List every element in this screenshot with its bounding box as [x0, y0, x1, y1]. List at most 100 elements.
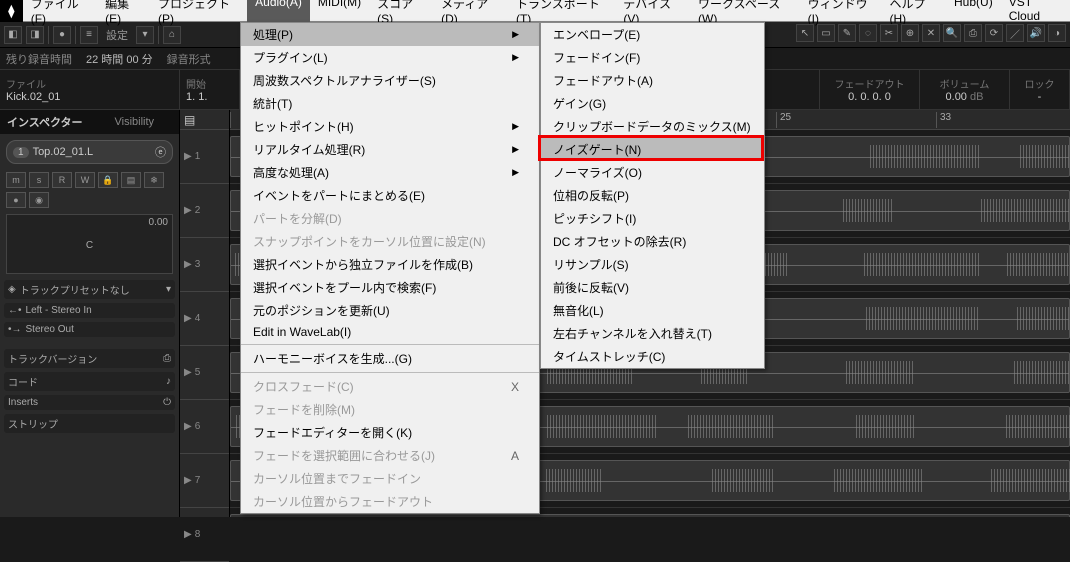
output-icon: •→: [8, 324, 22, 335]
track-preset-row[interactable]: ◈ トラックプリセットなし ▾: [4, 280, 175, 299]
mute-tool-icon[interactable]: ✕: [922, 24, 940, 42]
read-button[interactable]: R: [52, 172, 72, 188]
play-tool-icon[interactable]: 🔊: [1027, 24, 1045, 42]
track-name-field[interactable]: 1 Top.02_01.L ⓔ: [6, 140, 173, 164]
menu-item[interactable]: ゲイン(G): [541, 92, 764, 115]
menu-item[interactable]: フェードイン(F): [541, 46, 764, 69]
output-routing-row[interactable]: •→ Stereo Out: [4, 322, 175, 337]
menu-item-label: クロスフェード(C): [253, 378, 354, 395]
menu-item-label: フェードを選択範囲に合わせる(J): [253, 447, 435, 464]
menu-item[interactable]: ノイズゲート(N): [541, 138, 764, 161]
lane-icon[interactable]: ▤: [121, 172, 141, 188]
input-label: Left - Stereo In: [26, 305, 92, 316]
erase-tool-icon[interactable]: ◌: [859, 24, 877, 42]
chevron-right-icon[interactable]: ▶: [184, 151, 192, 162]
menu-item-label: パートを分解(D): [253, 210, 342, 227]
menu-item[interactable]: ヒットポイント(H)▶: [241, 115, 539, 138]
warp-tool-icon[interactable]: ⟳: [985, 24, 1003, 42]
section-strip[interactable]: ストリップ: [4, 414, 175, 433]
track-number-label: 7: [195, 475, 201, 486]
section-trackversion[interactable]: トラックバージョン⎙: [4, 349, 175, 368]
menu-item[interactable]: 処理(P)▶: [241, 23, 539, 46]
lock-value[interactable]: -: [1016, 91, 1063, 103]
menu-item[interactable]: 無音化(L): [541, 299, 764, 322]
menu-item[interactable]: ノーマライズ(O): [541, 161, 764, 184]
glue-tool-icon[interactable]: ⊕: [901, 24, 919, 42]
input-routing-row[interactable]: ←• Left - Stereo In: [4, 303, 175, 318]
arrow-tool-icon[interactable]: ↖: [796, 24, 814, 42]
menu-item[interactable]: 統計(T): [241, 92, 539, 115]
scissors-tool-icon[interactable]: ✂: [880, 24, 898, 42]
toggle-right-icon[interactable]: ◨: [26, 26, 44, 44]
menu-item[interactable]: Edit in WaveLab(I): [241, 322, 539, 342]
track-e-icon[interactable]: ⓔ: [155, 144, 166, 160]
menu-item[interactable]: リサンプル(S): [541, 253, 764, 276]
menu-item[interactable]: タイムストレッチ(C): [541, 345, 764, 368]
track-header[interactable]: ▶2: [180, 184, 229, 238]
menu-item[interactable]: 位相の反転(P): [541, 184, 764, 207]
lock-icon[interactable]: 🔒: [98, 172, 118, 188]
comp-tool-icon[interactable]: ⎙: [964, 24, 982, 42]
menu-item[interactable]: 前後に反転(V): [541, 276, 764, 299]
menu-item[interactable]: ハーモニーボイスを生成...(G): [241, 347, 539, 370]
add-track-icon[interactable]: ▤: [184, 113, 195, 127]
track-header[interactable]: ▶7: [180, 454, 229, 508]
section-inserts[interactable]: Inserts⏻: [4, 395, 175, 410]
menu-item[interactable]: プラグイン(L)▶: [241, 46, 539, 69]
volume-pan-area[interactable]: 0.00 C: [6, 214, 173, 274]
chevron-right-icon[interactable]: ▶: [184, 259, 192, 270]
menu-item[interactable]: イベントをパートにまとめる(E): [241, 184, 539, 207]
menu-item[interactable]: DC オフセットの除去(R): [541, 230, 764, 253]
record-icon[interactable]: ●: [6, 192, 26, 208]
chevron-right-icon[interactable]: ▶: [184, 421, 192, 432]
color-tool-icon[interactable]: ◑: [1048, 24, 1066, 42]
track-header[interactable]: ▶4: [180, 292, 229, 346]
menu-item[interactable]: ピッチシフト(I): [541, 207, 764, 230]
chevron-right-icon[interactable]: ▶: [184, 475, 192, 486]
solo-button[interactable]: s: [29, 172, 49, 188]
line-tool-icon[interactable]: ／: [1006, 24, 1024, 42]
menu-item[interactable]: 選択イベントから独立ファイルを作成(B): [241, 253, 539, 276]
chevron-right-icon[interactable]: ▶: [184, 313, 192, 324]
track-header[interactable]: ▶8: [180, 508, 229, 562]
toggle-left-icon[interactable]: ◧: [4, 26, 22, 44]
submenu-arrow-icon: ▶: [512, 29, 519, 40]
menu-item[interactable]: 周波数スペクトルアナライザー(S): [241, 69, 539, 92]
menu-item[interactable]: 選択イベントをプール内で検索(F): [241, 276, 539, 299]
activate-icon[interactable]: ●: [53, 26, 71, 44]
track-header[interactable]: ▶1: [180, 130, 229, 184]
menu-item[interactable]: 高度な処理(A)▶: [241, 161, 539, 184]
home-icon[interactable]: ⌂: [163, 26, 181, 44]
menu-item-label: ゲイン(G): [553, 95, 606, 112]
track-header[interactable]: ▶5: [180, 346, 229, 400]
mute-button[interactable]: m: [6, 172, 26, 188]
menubar: ⧫ ファイル(F)編集(E)プロジェクト(P)Audio(A)MIDI(M)スコ…: [0, 0, 1070, 22]
dropdown-icon[interactable]: ▾: [136, 26, 154, 44]
freeze-icon[interactable]: ❄: [144, 172, 164, 188]
track-header[interactable]: ▶3: [180, 238, 229, 292]
submenu-arrow-icon: ▶: [512, 144, 519, 155]
menu-item[interactable]: リアルタイム処理(R)▶: [241, 138, 539, 161]
menu-item[interactable]: フェードアウト(A): [541, 69, 764, 92]
menu-item[interactable]: クリップボードデータのミックス(M): [541, 115, 764, 138]
chevron-right-icon[interactable]: ▶: [184, 205, 192, 216]
menu-item[interactable]: エンベロープ(E): [541, 23, 764, 46]
menu-item-label: タイムストレッチ(C): [553, 348, 665, 365]
write-button[interactable]: W: [75, 172, 95, 188]
range-tool-icon[interactable]: ▭: [817, 24, 835, 42]
monitor-icon[interactable]: ◉: [29, 192, 49, 208]
draw-tool-icon[interactable]: ✎: [838, 24, 856, 42]
menu-item[interactable]: 左右チャンネルを入れ替え(T): [541, 322, 764, 345]
tab-visibility[interactable]: Visibility: [90, 110, 180, 134]
chevron-right-icon[interactable]: ▶: [184, 367, 192, 378]
chevron-right-icon[interactable]: ▶: [184, 529, 192, 540]
zoom-tool-icon[interactable]: 🔍: [943, 24, 961, 42]
track-header[interactable]: ▶6: [180, 400, 229, 454]
menu-item[interactable]: フェードエディターを開く(K): [241, 421, 539, 444]
tab-inspector[interactable]: インスペクター: [0, 110, 90, 134]
list-icon[interactable]: ≡: [80, 26, 98, 44]
menu-item: クロスフェード(C)X: [241, 375, 539, 398]
volume-value[interactable]: 0.00: [946, 91, 967, 103]
section-chord[interactable]: コード♪: [4, 372, 175, 391]
menu-item[interactable]: 元のポジションを更新(U): [241, 299, 539, 322]
